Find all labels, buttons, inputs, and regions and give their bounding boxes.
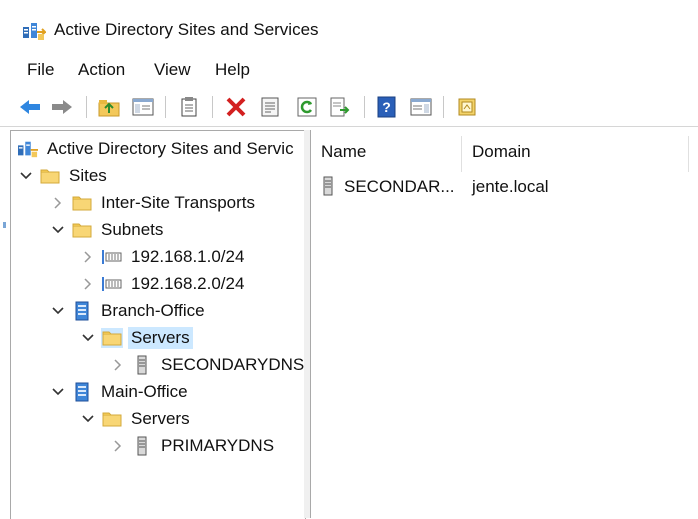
tree-node-main-office[interactable]: Main-Office bbox=[51, 380, 191, 404]
tree-node-inter-site-transports[interactable]: Inter-Site Transports bbox=[51, 191, 258, 215]
tree-label-secondarydns: SECONDARYDNS bbox=[161, 355, 305, 374]
chevron-down-icon[interactable] bbox=[19, 169, 33, 183]
chevron-down-icon[interactable] bbox=[51, 223, 65, 237]
chevron-right-icon[interactable] bbox=[81, 250, 95, 264]
tree-label-branch-office: Branch-Office bbox=[101, 301, 205, 320]
chevron-right-icon[interactable] bbox=[111, 439, 125, 453]
subnet-icon bbox=[101, 274, 123, 294]
server-icon bbox=[131, 436, 153, 456]
back-icon[interactable] bbox=[17, 94, 43, 120]
copy-icon[interactable] bbox=[176, 94, 202, 120]
window-title: Active Directory Sites and Services bbox=[54, 20, 319, 39]
site-icon bbox=[71, 382, 93, 402]
tree-node-primarydns[interactable]: PRIMARYDNS bbox=[111, 434, 277, 458]
chevron-down-icon[interactable] bbox=[81, 412, 95, 426]
delete-icon[interactable] bbox=[223, 94, 249, 120]
tree-node-subnet-2[interactable]: 192.168.2.0/24 bbox=[81, 272, 247, 296]
chevron-down-icon[interactable] bbox=[81, 331, 95, 345]
subnet-icon bbox=[101, 247, 123, 267]
list-row[interactable]: SECONDAR... jente.local bbox=[311, 174, 698, 200]
tree-node-subnet-1[interactable]: 192.168.1.0/24 bbox=[81, 245, 247, 269]
menu-help[interactable]: Help bbox=[213, 60, 252, 80]
action-pane-icon[interactable] bbox=[408, 94, 434, 120]
tree-label-root: Active Directory Sites and Servic bbox=[47, 139, 294, 158]
folder-icon bbox=[71, 193, 93, 213]
list-cell-name: SECONDAR... bbox=[344, 177, 455, 196]
column-header-name[interactable]: Name bbox=[321, 142, 366, 162]
menu-view[interactable]: View bbox=[152, 60, 193, 80]
toolbar-separator bbox=[86, 96, 87, 118]
ad-sites-icon bbox=[22, 20, 48, 42]
forward-icon[interactable] bbox=[49, 94, 75, 120]
column-separator[interactable] bbox=[688, 136, 689, 172]
mmc-icon[interactable] bbox=[454, 94, 480, 120]
chevron-down-icon[interactable] bbox=[51, 385, 65, 399]
folder-icon bbox=[101, 328, 123, 348]
tree-node-branch-servers[interactable]: Servers bbox=[81, 326, 193, 350]
folder-icon bbox=[101, 409, 123, 429]
console-tree: Active Directory Sites and Servic Sites … bbox=[10, 130, 306, 519]
export-list-icon[interactable] bbox=[327, 94, 353, 120]
tree-label-branch-servers: Servers bbox=[128, 327, 193, 349]
tree-label-sites: Sites bbox=[69, 166, 107, 185]
title-bar: Active Directory Sites and Services bbox=[0, 0, 698, 56]
column-header-domain[interactable]: Domain bbox=[472, 142, 531, 162]
toolbar-separator bbox=[165, 96, 166, 118]
toolbar: ? bbox=[0, 88, 698, 127]
tree-label-main-office: Main-Office bbox=[101, 382, 188, 401]
menu-file[interactable]: File bbox=[25, 60, 56, 80]
tree-label-primarydns: PRIMARYDNS bbox=[161, 436, 275, 455]
server-icon bbox=[321, 176, 335, 201]
chevron-right-icon[interactable] bbox=[111, 358, 125, 372]
tree-label-subnets: Subnets bbox=[101, 220, 164, 239]
toolbar-separator bbox=[364, 96, 365, 118]
show-hide-tree-icon[interactable] bbox=[130, 94, 156, 120]
server-icon bbox=[131, 355, 153, 375]
menu-action[interactable]: Action bbox=[76, 60, 127, 80]
properties-icon[interactable] bbox=[257, 94, 283, 120]
svg-text:?: ? bbox=[382, 99, 391, 115]
folder-icon bbox=[71, 220, 93, 240]
tree-label-subnet-2: 192.168.2.0/24 bbox=[131, 274, 245, 293]
chevron-right-icon[interactable] bbox=[81, 277, 95, 291]
tree-label-subnet-1: 192.168.1.0/24 bbox=[131, 247, 245, 266]
folder-icon bbox=[39, 166, 61, 186]
column-separator[interactable] bbox=[461, 136, 462, 172]
help-icon[interactable]: ? bbox=[374, 94, 400, 120]
tree-node-secondarydns[interactable]: SECONDARYDNS bbox=[111, 353, 305, 377]
chevron-right-icon[interactable] bbox=[51, 196, 65, 210]
up-folder-icon[interactable] bbox=[96, 94, 122, 120]
tree-node-branch-office[interactable]: Branch-Office bbox=[51, 299, 208, 323]
tree-node-sites[interactable]: Sites bbox=[19, 164, 110, 188]
tree-label-inter-site: Inter-Site Transports bbox=[101, 193, 256, 212]
chevron-down-icon[interactable] bbox=[51, 304, 65, 318]
site-icon bbox=[71, 301, 93, 321]
edge-marker bbox=[3, 222, 6, 228]
results-list: Name Domain SECONDAR... jente.local bbox=[311, 130, 698, 518]
refresh-icon[interactable] bbox=[294, 94, 320, 120]
tree-node-main-servers[interactable]: Servers bbox=[81, 407, 193, 431]
tree-node-root[interactable]: Active Directory Sites and Servic bbox=[17, 137, 297, 161]
tree-node-subnets[interactable]: Subnets bbox=[51, 218, 166, 242]
tree-label-main-servers: Servers bbox=[131, 409, 190, 428]
toolbar-separator bbox=[443, 96, 444, 118]
toolbar-separator bbox=[212, 96, 213, 118]
list-cell-domain: jente.local bbox=[472, 177, 549, 196]
pane-splitter[interactable] bbox=[304, 130, 311, 518]
ad-sites-icon bbox=[17, 139, 39, 159]
menu-bar: File Action View Help bbox=[0, 56, 698, 86]
